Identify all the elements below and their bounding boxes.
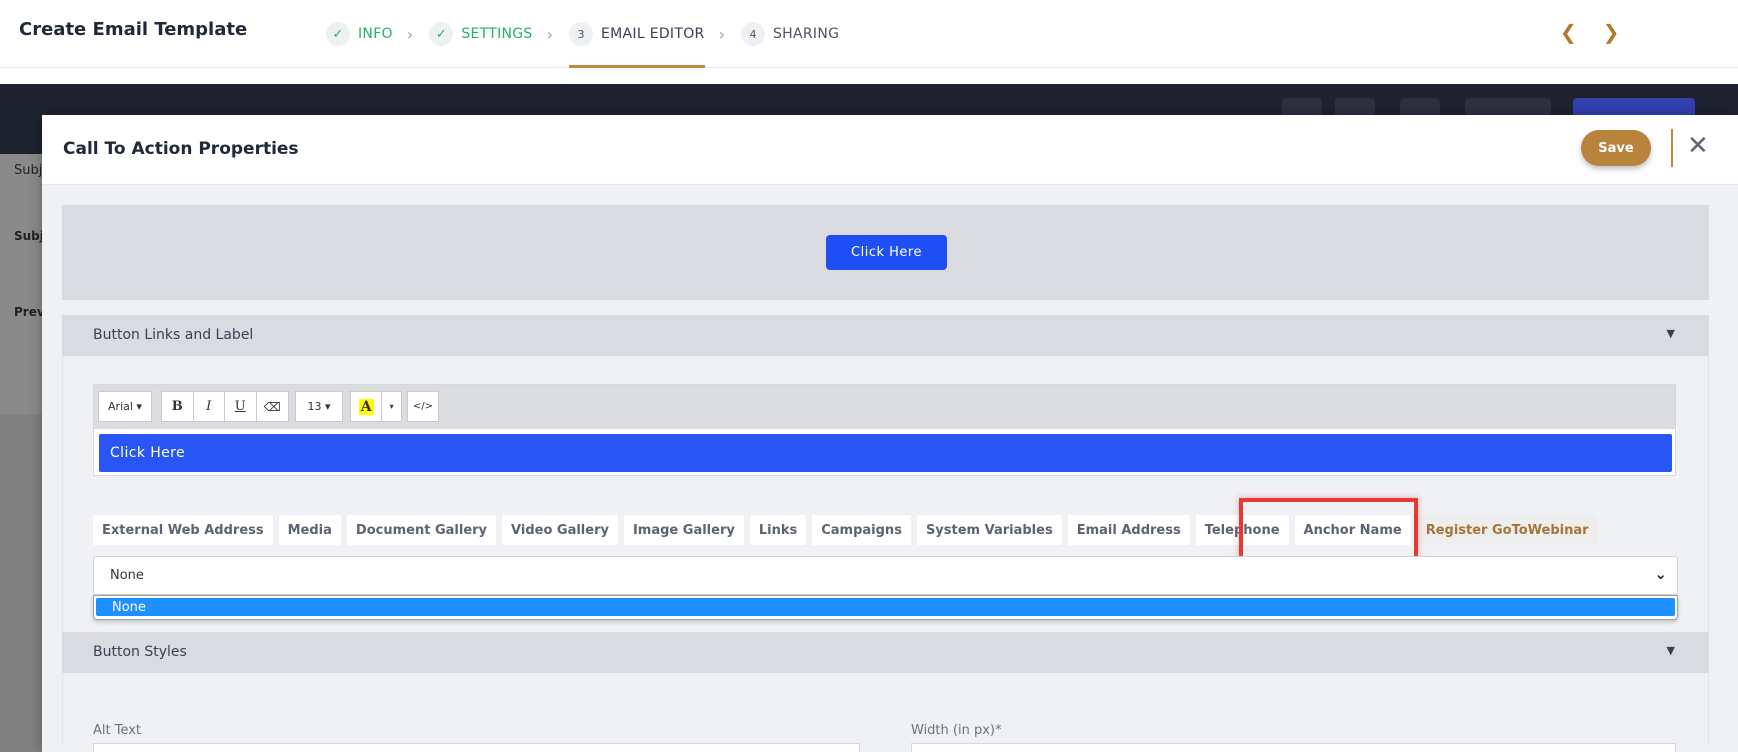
tab-system-variables[interactable]: System Variables: [916, 515, 1062, 545]
step-number: 3: [569, 22, 594, 46]
section-button-styles[interactable]: Button Styles ▼: [62, 632, 1709, 673]
section-button-links[interactable]: Button Links and Label ▼: [62, 315, 1709, 356]
save-button[interactable]: Save: [1581, 130, 1651, 166]
step-label: EMAIL EDITOR: [601, 26, 705, 42]
background-label: Prev: [14, 305, 45, 319]
chevron-left-icon[interactable]: ❮: [1560, 20, 1577, 44]
highlight-annotation: [1239, 498, 1418, 560]
font-family-select[interactable]: Arial ▾: [98, 391, 152, 422]
tab-video-gallery[interactable]: Video Gallery: [502, 515, 618, 545]
editor-content[interactable]: Click Here: [99, 434, 1672, 472]
step-label: SHARING: [772, 26, 840, 42]
underline-button[interactable]: U: [225, 392, 257, 421]
tab-links[interactable]: Links: [749, 515, 807, 545]
check-icon: ✓: [326, 22, 350, 46]
tab-email-address[interactable]: Email Address: [1067, 515, 1190, 545]
label-rich-text-editor: Arial ▾ B I U ⌫ 13 ▾ A ▾ </> Click Here: [93, 384, 1676, 476]
width-label: Width (in px)*: [911, 723, 1002, 738]
tab-register-gotowebinar[interactable]: Register GoToWebinar: [1416, 515, 1598, 545]
alt-text-label: Alt Text: [93, 723, 142, 738]
chevron-right-icon: ›: [406, 24, 414, 44]
select-value: None: [110, 568, 144, 583]
header-divider: [1671, 129, 1673, 167]
bold-button[interactable]: B: [162, 392, 194, 421]
chevron-right-icon: ›: [546, 24, 554, 44]
caret-down-icon[interactable]: ▼: [1667, 327, 1675, 340]
color-caret[interactable]: ▾: [382, 392, 401, 421]
caret-down-icon[interactable]: ▼: [1667, 644, 1675, 657]
chevron-right-icon: ›: [718, 24, 725, 44]
background-label: Subj: [14, 229, 44, 243]
step-number: 4: [740, 22, 765, 46]
step-label: SETTINGS: [461, 26, 533, 42]
section-title: Button Links and Label: [93, 327, 254, 343]
step-settings[interactable]: ✓ SETTINGS: [429, 0, 542, 68]
italic-button[interactable]: I: [194, 392, 225, 421]
font-size-select[interactable]: 13 ▾: [295, 391, 343, 422]
code-view-button[interactable]: </>: [407, 391, 439, 422]
dropdown-option[interactable]: None: [96, 598, 1675, 616]
width-input[interactable]: [911, 743, 1676, 752]
text-color-button[interactable]: A: [351, 392, 383, 421]
format-group: B I U ⌫: [161, 391, 289, 422]
section-title: Button Styles: [93, 644, 187, 660]
wizard-steps: ✓ INFO › ✓ SETTINGS › 3 EMAIL EDITOR › 4…: [326, 0, 849, 68]
page-title: Create Email Template: [19, 19, 248, 40]
select-dropdown: None: [93, 595, 1678, 620]
preview-cta-button[interactable]: Click Here: [826, 235, 947, 270]
tab-image-gallery[interactable]: Image Gallery: [623, 515, 744, 545]
tab-campaigns[interactable]: Campaigns: [812, 515, 911, 545]
step-info[interactable]: ✓ INFO: [326, 0, 403, 68]
tab-document-gallery[interactable]: Document Gallery: [346, 515, 497, 545]
chevron-right-icon[interactable]: ❯: [1603, 20, 1620, 44]
eraser-icon[interactable]: ⌫: [257, 392, 288, 421]
button-preview-area: Click Here: [62, 205, 1709, 300]
background-label: Subj: [14, 163, 43, 178]
top-header: Create Email Template ✓ INFO › ✓ SETTING…: [0, 0, 1738, 68]
check-icon: ✓: [429, 22, 454, 46]
close-icon[interactable]: ✕: [1687, 131, 1709, 161]
step-sharing[interactable]: 4 SHARING: [740, 0, 849, 68]
alt-text-input[interactable]: [93, 743, 860, 752]
modal-header: Call To Action Properties Save ✕: [42, 115, 1738, 185]
tab-media[interactable]: Media: [278, 515, 341, 545]
editor-toolbar: Arial ▾ B I U ⌫ 13 ▾ A ▾ </>: [94, 385, 1675, 429]
step-label: INFO: [358, 26, 393, 42]
text-color-glyph: A: [358, 398, 374, 415]
modal-title: Call To Action Properties: [63, 139, 299, 159]
step-email-editor[interactable]: 3 EMAIL EDITOR: [569, 0, 715, 68]
webinar-select[interactable]: None ⌄: [93, 556, 1678, 595]
step-nav: ❮ ❯: [1560, 20, 1620, 44]
tab-external-web-address[interactable]: External Web Address: [93, 515, 273, 545]
color-group: A ▾: [350, 391, 402, 422]
chevron-down-icon[interactable]: ⌄: [1654, 565, 1667, 583]
